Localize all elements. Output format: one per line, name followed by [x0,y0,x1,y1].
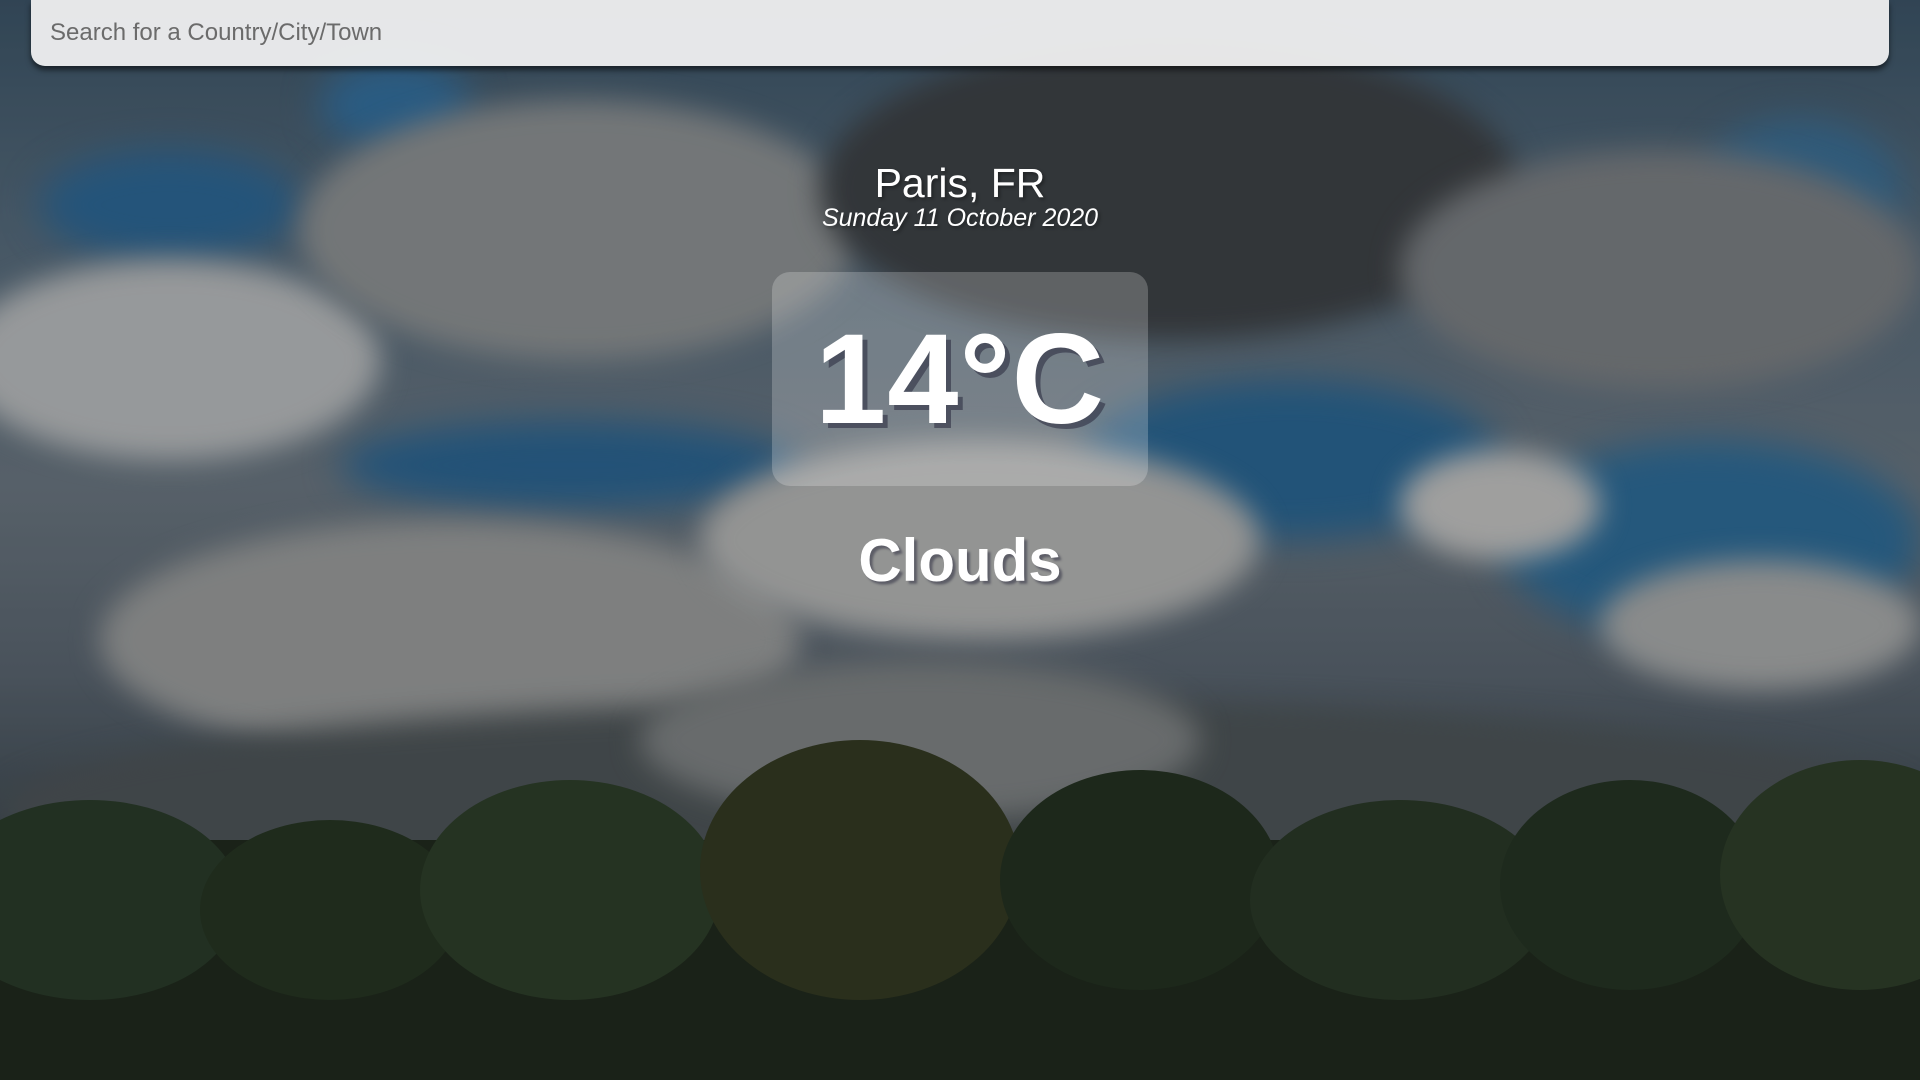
tree [200,820,460,1000]
tree [1000,770,1280,990]
search-bar [31,0,1889,66]
search-input[interactable] [31,0,1889,66]
weather-app: Paris, FR Sunday 11 October 2020 14°C Cl… [0,0,1920,1080]
weather-condition: Clouds [858,527,1062,594]
location-label: Paris, FR [874,160,1046,206]
tree [700,740,1020,1000]
temperature-box: 14°C [772,272,1148,486]
tree [420,780,720,1000]
temperature-value: 14°C [815,307,1105,451]
treeline [0,740,1920,1080]
date-label: Sunday 11 October 2020 [821,204,1099,232]
